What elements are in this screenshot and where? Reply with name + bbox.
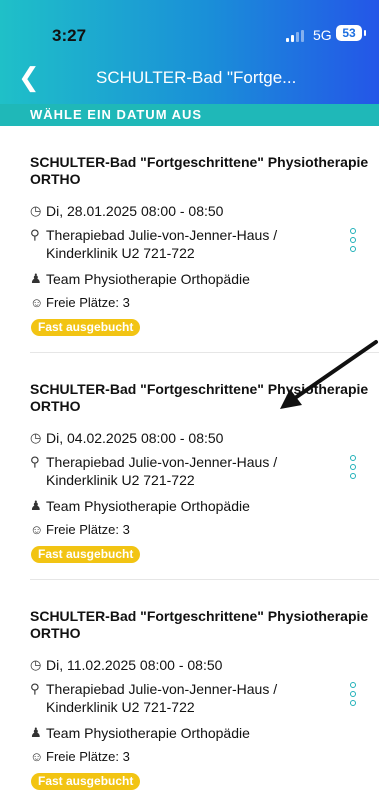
page-title: SCHULTER-Bad "Fortge...: [96, 68, 297, 87]
appointment-datetime: ◷ Di, 04.02.2025 08:00 - 08:50: [30, 429, 223, 447]
status-badge: Fast ausgebucht: [31, 546, 141, 563]
app-header: 3:27 5G 53 ❮ SCHULTER-Bad "Fortge...: [0, 0, 379, 104]
clock-icon: ◷: [30, 430, 42, 445]
appointment-seats: ☺ Freie Plätze: 3: [30, 521, 130, 539]
appointment-title: SCHULTER-Bad "Fortgeschrittene" Physioth…: [30, 608, 369, 641]
appointment-seats: ☺ Freie Plätze: 3: [30, 748, 130, 766]
more-options-icon[interactable]: [350, 455, 356, 479]
appointment-datetime: ◷ Di, 11.02.2025 08:00 - 08:50: [30, 656, 222, 674]
people-icon: ☺: [30, 295, 44, 310]
team-text: Team Physiotherapie Orthopädie: [46, 271, 250, 287]
appointment-list: SCHULTER-Bad "Fortgeschrittene" Physioth…: [0, 126, 379, 806]
location-text: Therapiebad Julie-von-Jenner-Haus / Kind…: [46, 227, 278, 261]
appointment-title: SCHULTER-Bad "Fortgeschrittene" Physioth…: [30, 381, 369, 414]
clock-icon: ◷: [30, 203, 42, 218]
person-icon: ♟: [30, 498, 42, 513]
network-type: 5G: [313, 27, 332, 43]
appointment-location: ⚲ Therapiebad Julie-von-Jenner-Haus / Ki…: [30, 680, 326, 716]
location-pin-icon: ⚲: [30, 681, 40, 696]
appointment-team: ♟ Team Physiotherapie Orthopädie: [30, 724, 250, 742]
team-text: Team Physiotherapie Orthopädie: [46, 498, 250, 514]
appointment-card[interactable]: SCHULTER-Bad "Fortgeschrittene" Physioth…: [30, 126, 379, 353]
appointment-seats: ☺ Freie Plätze: 3: [30, 294, 130, 312]
location-text: Therapiebad Julie-von-Jenner-Haus / Kind…: [46, 454, 278, 488]
appointment-title: SCHULTER-Bad "Fortgeschrittene" Physioth…: [30, 154, 369, 187]
status-bar: 3:27 5G 53: [0, 22, 379, 52]
appointment-team: ♟ Team Physiotherapie Orthopädie: [30, 497, 250, 515]
appointment-location: ⚲ Therapiebad Julie-von-Jenner-Haus / Ki…: [30, 453, 326, 489]
seats-text: Freie Plätze: 3: [46, 749, 130, 764]
battery-icon: 53: [336, 25, 366, 41]
more-options-icon[interactable]: [350, 228, 356, 252]
more-options-icon[interactable]: [350, 682, 356, 706]
person-icon: ♟: [30, 725, 42, 740]
appointment-card[interactable]: SCHULTER-Bad "Fortgeschrittene" Physioth…: [30, 580, 379, 806]
chevron-left-icon[interactable]: ❮: [18, 62, 40, 92]
status-badge: Fast ausgebucht: [31, 773, 141, 790]
location-pin-icon: ⚲: [30, 227, 40, 242]
appointment-datetime: ◷ Di, 28.01.2025 08:00 - 08:50: [30, 202, 223, 220]
nav-bar: ❮ SCHULTER-Bad "Fortge...: [0, 62, 379, 94]
person-icon: ♟: [30, 271, 42, 286]
people-icon: ☺: [30, 749, 44, 764]
location-text: Therapiebad Julie-von-Jenner-Haus / Kind…: [46, 681, 278, 715]
appointment-card[interactable]: SCHULTER-Bad "Fortgeschrittene" Physioth…: [30, 353, 379, 580]
datetime-text: Di, 04.02.2025 08:00 - 08:50: [46, 430, 224, 446]
status-time: 3:27: [52, 26, 87, 45]
people-icon: ☺: [30, 522, 44, 537]
team-text: Team Physiotherapie Orthopädie: [46, 725, 250, 741]
signal-icon: [286, 30, 304, 42]
appointment-location: ⚲ Therapiebad Julie-von-Jenner-Haus / Ki…: [30, 226, 326, 262]
clock-icon: ◷: [30, 657, 42, 672]
datetime-text: Di, 28.01.2025 08:00 - 08:50: [46, 203, 224, 219]
status-badge: Fast ausgebucht: [31, 319, 141, 336]
location-pin-icon: ⚲: [30, 454, 40, 469]
datetime-text: Di, 11.02.2025 08:00 - 08:50: [46, 657, 223, 673]
appointment-team: ♟ Team Physiotherapie Orthopädie: [30, 270, 250, 288]
seats-text: Freie Plätze: 3: [46, 295, 130, 310]
section-header: WÄHLE EIN DATUM AUS: [0, 104, 379, 126]
section-label: WÄHLE EIN DATUM AUS: [30, 107, 203, 122]
seats-text: Freie Plätze: 3: [46, 522, 130, 537]
